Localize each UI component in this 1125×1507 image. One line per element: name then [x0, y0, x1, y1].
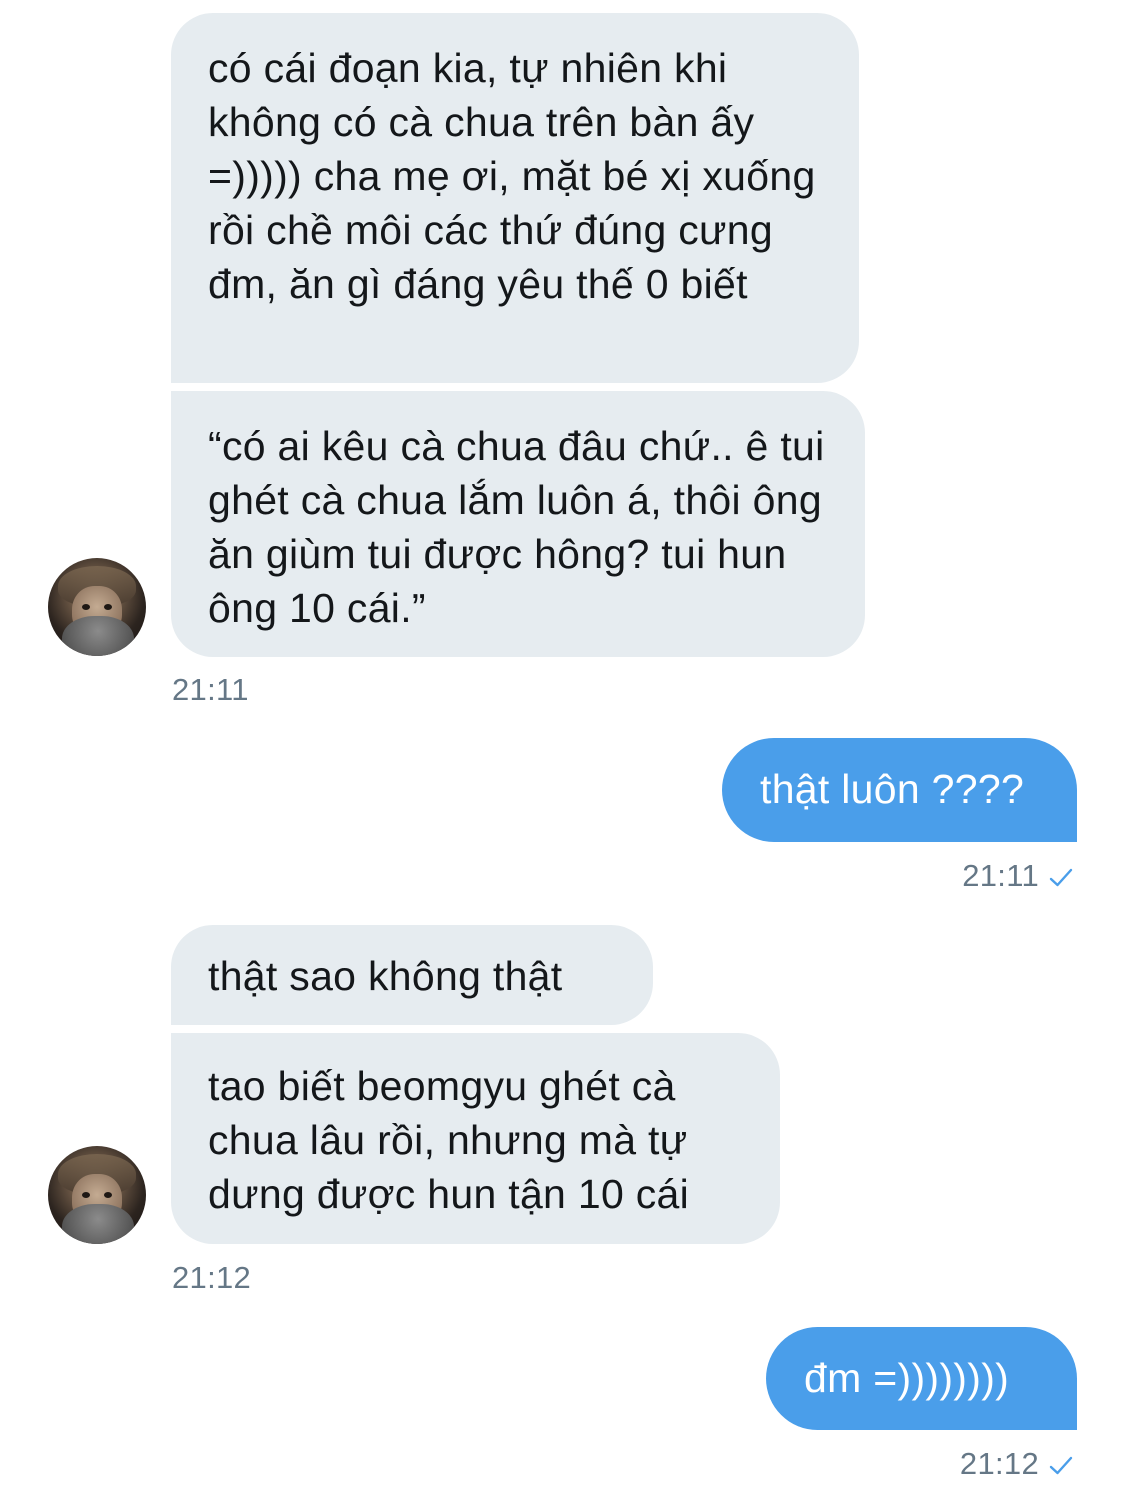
message-timestamp: 21:12 — [172, 1260, 252, 1295]
incoming-message[interactable]: thật sao không thật — [171, 925, 653, 1025]
message-text: thật luôn ???? — [760, 766, 1025, 812]
message-timestamp: 21:11 — [962, 858, 1039, 893]
message-timestamp: 21:11 — [172, 672, 249, 707]
message-text: thật sao không thật — [208, 953, 563, 999]
message-timestamp-row: 21:12 — [960, 1446, 1073, 1484]
message-timestamp-row: 21:11 — [962, 858, 1073, 896]
checkmark-icon — [1049, 860, 1073, 896]
outgoing-message[interactable]: thật luôn ???? — [722, 738, 1077, 842]
outgoing-message[interactable]: đm =)))))))) — [766, 1327, 1077, 1430]
message-text: “có ai kêu cà chua đâu chứ.. ê tui ghét … — [208, 423, 825, 631]
message-text: tao biết beomgyu ghét cà chua lâu rồi, n… — [208, 1063, 690, 1217]
message-text: đm =)))))))) — [804, 1355, 1010, 1401]
checkmark-icon — [1049, 1448, 1073, 1484]
avatar[interactable] — [48, 1146, 146, 1244]
incoming-message[interactable]: tao biết beomgyu ghét cà chua lâu rồi, n… — [171, 1033, 780, 1244]
message-text: có cái đoạn kia, tự nhiên khi không có c… — [208, 45, 816, 307]
incoming-message[interactable]: có cái đoạn kia, tự nhiên khi không có c… — [171, 13, 859, 383]
message-timestamp: 21:12 — [959, 1446, 1039, 1481]
avatar[interactable] — [48, 558, 146, 656]
incoming-message[interactable]: “có ai kêu cà chua đâu chứ.. ê tui ghét … — [171, 391, 865, 657]
